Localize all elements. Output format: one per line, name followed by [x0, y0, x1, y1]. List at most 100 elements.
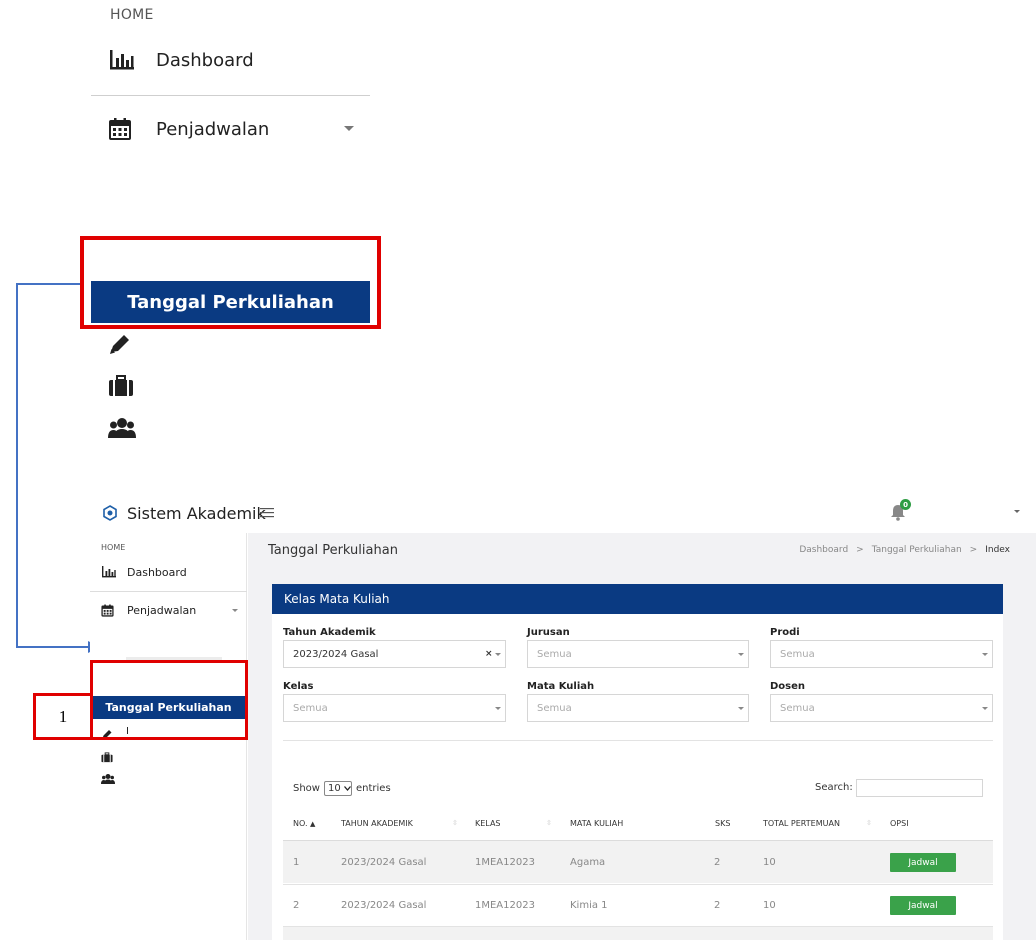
- entries-value: 10: [327, 782, 341, 794]
- notification-badge: 0: [900, 499, 911, 510]
- search-label: Search:: [815, 782, 853, 793]
- card-header: Kelas Mata Kuliah: [272, 584, 1003, 614]
- sidebar-divider: [90, 591, 247, 592]
- jurusan-select[interactable]: Semua: [527, 640, 749, 668]
- calendar-icon: [108, 116, 138, 142]
- connector-line: [16, 283, 18, 648]
- chevron-down-icon: [738, 707, 744, 710]
- chevron-down-icon: [232, 609, 238, 612]
- select-value: Semua: [537, 702, 572, 714]
- column-header-label: NO.: [293, 819, 308, 828]
- users-icon[interactable]: [101, 770, 115, 784]
- column-header-kelas[interactable]: KELAS: [475, 819, 501, 828]
- sidebar-item-label: Penjadwalan: [127, 603, 197, 617]
- filter-label: Kelas: [283, 681, 314, 692]
- sidebar-item-penjadwalan[interactable]: Penjadwalan: [101, 602, 196, 618]
- filter-label: Mata Kuliah: [527, 681, 595, 692]
- bar-chart-icon: [101, 566, 117, 579]
- entries-label: entries: [355, 782, 391, 794]
- cell-mata-kuliah: Kimia 1: [570, 900, 608, 911]
- column-header-mata-kuliah[interactable]: MATA KULIAH: [570, 819, 623, 828]
- clear-icon[interactable]: ×: [485, 649, 493, 659]
- tahun-akademik-select[interactable]: 2023/2024 Gasal: [283, 640, 506, 668]
- zoom-penjadwalan-label: Penjadwalan: [156, 118, 270, 140]
- column-header-tahun[interactable]: TAHUN AKADEMIK: [341, 819, 413, 828]
- filter-label: Prodi: [770, 627, 800, 638]
- cell-total: 10: [763, 900, 776, 911]
- search-input[interactable]: [856, 779, 983, 797]
- prodi-select[interactable]: Semua: [770, 640, 993, 668]
- breadcrumb-separator: >: [856, 545, 864, 555]
- column-header-sks[interactable]: SKS: [715, 819, 730, 828]
- cell-mata-kuliah: Agama: [570, 857, 606, 868]
- column-header-label: TAHUN AKADEMIK: [341, 819, 413, 828]
- zoom-highlight-box: [80, 236, 381, 329]
- select-value: 2023/2024 Gasal: [293, 648, 379, 660]
- column-header-label: KELAS: [475, 819, 501, 828]
- breadcrumb-current: Index: [985, 545, 1010, 555]
- entries-length-control: Show 10 entries: [293, 780, 391, 796]
- breadcrumb-separator: >: [969, 545, 978, 555]
- chevron-down-icon: [738, 653, 744, 656]
- pencil-icon[interactable]: [108, 333, 136, 359]
- logo-icon: [103, 505, 117, 521]
- mata-kuliah-select[interactable]: Semua: [527, 694, 749, 722]
- chevron-down-icon: [344, 126, 354, 131]
- zoom-sidebar-item-penjadwalan[interactable]: Penjadwalan: [108, 114, 269, 144]
- calendar-icon: [101, 604, 117, 617]
- breadcrumb: Dashboard > Tanggal Perkuliahan > Index: [760, 545, 1010, 555]
- connector-line: [16, 646, 90, 648]
- select-value: Semua: [780, 648, 815, 660]
- zoom-section-heading: HOME: [110, 7, 154, 23]
- brand[interactable]: Sistem Akademik: [103, 502, 266, 524]
- filter-label: Dosen: [770, 681, 806, 692]
- chevron-down-icon: [982, 653, 988, 656]
- select-value: Semua: [780, 702, 815, 714]
- sidebar-item-dashboard[interactable]: Dashboard: [101, 564, 187, 580]
- page-title: Tanggal Perkuliahan: [268, 543, 398, 558]
- sidebar-item-label: Dashboard: [127, 565, 187, 579]
- dosen-select[interactable]: Semua: [770, 694, 993, 722]
- cell-kelas: 1MEA12023: [475, 900, 535, 911]
- cell-kelas: 1MEA12023: [475, 857, 535, 868]
- show-label: Show: [293, 782, 320, 794]
- column-header-no[interactable]: NO. ▲: [293, 819, 315, 828]
- jadwal-button[interactable]: Jadwal: [890, 853, 956, 872]
- hamburger-menu-icon[interactable]: [260, 504, 274, 518]
- cell-no: 1: [293, 857, 300, 868]
- zoom-dashboard-label: Dashboard: [156, 49, 254, 71]
- column-header-label: SKS: [715, 819, 731, 828]
- zoom-sidebar-item-dashboard[interactable]: Dashboard: [108, 45, 254, 75]
- jadwal-button[interactable]: Jadwal: [890, 896, 956, 915]
- column-header-total-pertemuan[interactable]: TOTAL PERTEMUAN: [763, 819, 840, 828]
- briefcase-icon[interactable]: [108, 375, 136, 401]
- column-header-label: OPSI: [890, 819, 909, 828]
- sidebar-highlight-box: [90, 660, 248, 740]
- chevron-down-icon: [982, 707, 988, 710]
- breadcrumb-item[interactable]: Dashboard: [799, 545, 848, 555]
- cell-sks: 2: [714, 900, 721, 911]
- users-icon[interactable]: [108, 416, 136, 442]
- step-number-label: 1: [33, 693, 93, 740]
- cell-total: 10: [763, 857, 776, 868]
- select-value: Semua: [293, 702, 328, 714]
- zoom-divider: [91, 95, 370, 96]
- divider: [283, 740, 993, 741]
- cell-sks: 2: [714, 857, 721, 868]
- sidebar-section-heading: HOME: [101, 543, 126, 552]
- chevron-down-icon: [495, 707, 501, 710]
- column-header-label: TOTAL PERTEMUAN: [763, 819, 840, 828]
- breadcrumb-item[interactable]: Tanggal Perkuliahan: [872, 545, 962, 555]
- cell-no: 2: [293, 900, 300, 911]
- sort-asc-icon: ▲: [310, 820, 316, 828]
- chevron-down-icon: [343, 785, 351, 791]
- connector-line: [16, 283, 80, 285]
- bar-chart-icon: [108, 47, 138, 73]
- user-menu-chevron-icon[interactable]: [1014, 510, 1020, 513]
- sort-icon: ⇳: [452, 819, 458, 827]
- column-header-label: MATA KULIAH: [570, 819, 624, 828]
- kelas-select[interactable]: Semua: [283, 694, 506, 722]
- entries-select[interactable]: 10: [323, 780, 352, 796]
- column-header-opsi: OPSI: [890, 819, 909, 828]
- briefcase-icon[interactable]: [101, 748, 115, 763]
